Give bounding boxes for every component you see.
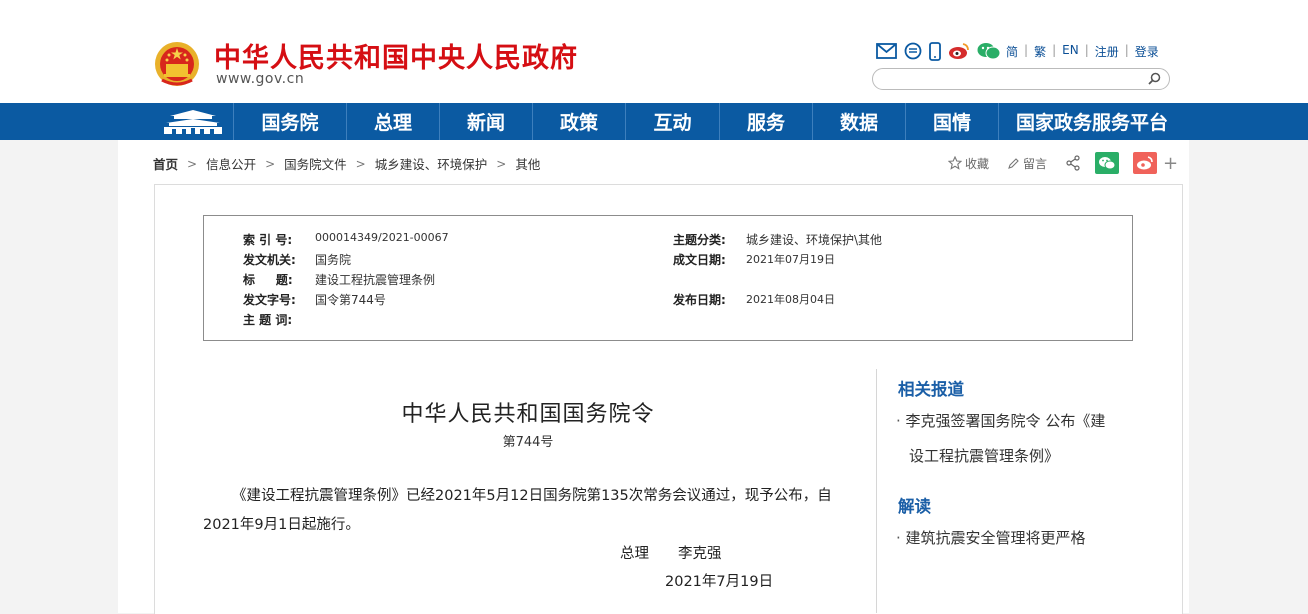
published-value: 2021年08月04日	[746, 293, 835, 306]
breadcrumb-home[interactable]: 首页	[153, 154, 178, 173]
search-input[interactable]	[883, 70, 1147, 90]
breadcrumb-other[interactable]: 其他	[515, 154, 540, 173]
comment-button[interactable]: 留言	[1007, 155, 1047, 172]
created-value: 2021年07月19日	[746, 253, 835, 266]
related-report-link[interactable]: · 李克强签署国务院令 公布《建 设工程抗震管理条例》	[896, 404, 1105, 474]
chevron-right-icon: >	[187, 156, 198, 171]
nav-policy[interactable]: 政策	[533, 103, 626, 140]
article-body: 《建设工程抗震管理条例》已经2021年5月12日国务院第135次常务会议通过，现…	[203, 488, 832, 533]
article-signature: 总理 李克强	[620, 546, 722, 562]
breadcrumb-urban-env[interactable]: 城乡建设、环境保护	[375, 154, 488, 173]
topic-label: 主题分类:	[673, 233, 726, 247]
docno-value: 国令第744号	[315, 293, 386, 307]
related-reports-heading: 相关报道	[898, 380, 964, 399]
weibo-share-icon[interactable]	[1133, 152, 1158, 174]
article-date: 2021年7月19日	[665, 574, 774, 590]
article-number: 第744号	[502, 435, 554, 450]
nav-news[interactable]: 新闻	[440, 103, 533, 140]
sidebar-divider	[876, 369, 877, 613]
related-report-line2[interactable]: 设工程抗震管理条例》	[896, 447, 1059, 465]
mobile-icon[interactable]	[929, 41, 941, 61]
login-link[interactable]: 登录	[1135, 43, 1159, 60]
nav-gov-service-platform[interactable]: 国家政务服务平台	[999, 103, 1185, 140]
docno-label: 发文字号:	[243, 293, 296, 307]
related-report-line1[interactable]: 李克强签署国务院令 公布《建	[906, 412, 1106, 430]
message-icon[interactable]	[904, 42, 922, 60]
nav-home[interactable]	[153, 103, 234, 140]
bullet-icon: ·	[896, 529, 906, 547]
document-metadata: 索 引 号: 000014349/2021-00067 主题分类: 城乡建设、环…	[203, 215, 1133, 341]
star-icon	[948, 156, 962, 170]
nav-state-council[interactable]: 国务院	[234, 103, 347, 140]
article-title: 中华人民共和国国务院令	[401, 402, 655, 427]
wechat-share-icon[interactable]	[1095, 152, 1120, 174]
comment-label: 留言	[1023, 156, 1048, 171]
title-label: 标 题:	[243, 273, 293, 287]
chevron-right-icon: >	[355, 156, 366, 171]
created-label: 成文日期:	[673, 253, 726, 267]
weibo-icon[interactable]	[948, 42, 970, 60]
mail-icon[interactable]	[876, 43, 897, 59]
main-nav: 国务院 总理 新闻 政策 互动 服务 数据 国情 国家政务服务平台	[0, 103, 1308, 140]
nav-data[interactable]: 数据	[813, 103, 906, 140]
nav-national-info[interactable]: 国情	[906, 103, 999, 140]
issuer-value: 国务院	[315, 253, 352, 267]
published-label: 发布日期:	[673, 293, 726, 307]
favorite-label: 收藏	[965, 156, 990, 171]
article-tools: 收藏 留言 +	[948, 152, 1178, 174]
site-domain: www.gov.cn	[216, 71, 305, 87]
bullet-icon: ·	[896, 412, 906, 430]
interpretation-item[interactable]: 建筑抗震安全管理将更严格	[906, 529, 1086, 547]
interpretation-heading: 解读	[898, 497, 931, 516]
interpretation-link[interactable]: · 建筑抗震安全管理将更严格	[896, 521, 1086, 556]
top-links: 简 | 繁 | EN | 注册 | 登录	[1006, 43, 1159, 60]
share-icon[interactable]	[1065, 155, 1081, 171]
chevron-right-icon: >	[496, 156, 507, 171]
register-link[interactable]: 注册	[1095, 43, 1119, 60]
site-header: 中华人民共和国中央人民政府 www.gov.cn 简 | 繁 | EN | 注册 | 登…	[0, 0, 1308, 103]
breadcrumb-info-disclosure[interactable]: 信息公开	[206, 154, 256, 173]
nav-interaction[interactable]: 互动	[626, 103, 720, 140]
more-share-icon[interactable]: +	[1163, 153, 1178, 174]
breadcrumb-state-council-docs[interactable]: 国务院文件	[284, 154, 347, 173]
tiananmen-icon	[164, 109, 222, 134]
english-link[interactable]: EN	[1062, 43, 1079, 60]
traditional-link[interactable]: 繁	[1034, 43, 1046, 60]
wechat-icon[interactable]	[977, 42, 1001, 60]
pencil-icon	[1008, 157, 1019, 169]
title-value: 建设工程抗震管理条例	[315, 273, 436, 287]
keywords-label: 主 题 词:	[243, 313, 293, 327]
search-icon[interactable]	[1148, 72, 1161, 85]
chevron-right-icon: >	[265, 156, 276, 171]
simplified-link[interactable]: 简	[1006, 43, 1018, 60]
share-icons	[876, 40, 1001, 62]
nav-premier[interactable]: 总理	[347, 103, 440, 140]
topic-value: 城乡建设、环境保护\其他	[746, 233, 883, 247]
national-emblem-icon[interactable]	[154, 40, 200, 88]
issuer-label: 发文机关:	[243, 253, 296, 267]
site-title[interactable]: 中华人民共和国中央人民政府	[214, 36, 578, 75]
index-label: 索 引 号:	[243, 233, 293, 247]
search-box	[872, 68, 1170, 90]
index-value: 000014349/2021-00067	[315, 231, 449, 244]
breadcrumb: 首页 > 信息公开 > 国务院文件 > 城乡建设、环境保护 > 其他	[153, 154, 540, 173]
nav-services[interactable]: 服务	[720, 103, 813, 140]
favorite-button[interactable]: 收藏	[948, 155, 989, 172]
